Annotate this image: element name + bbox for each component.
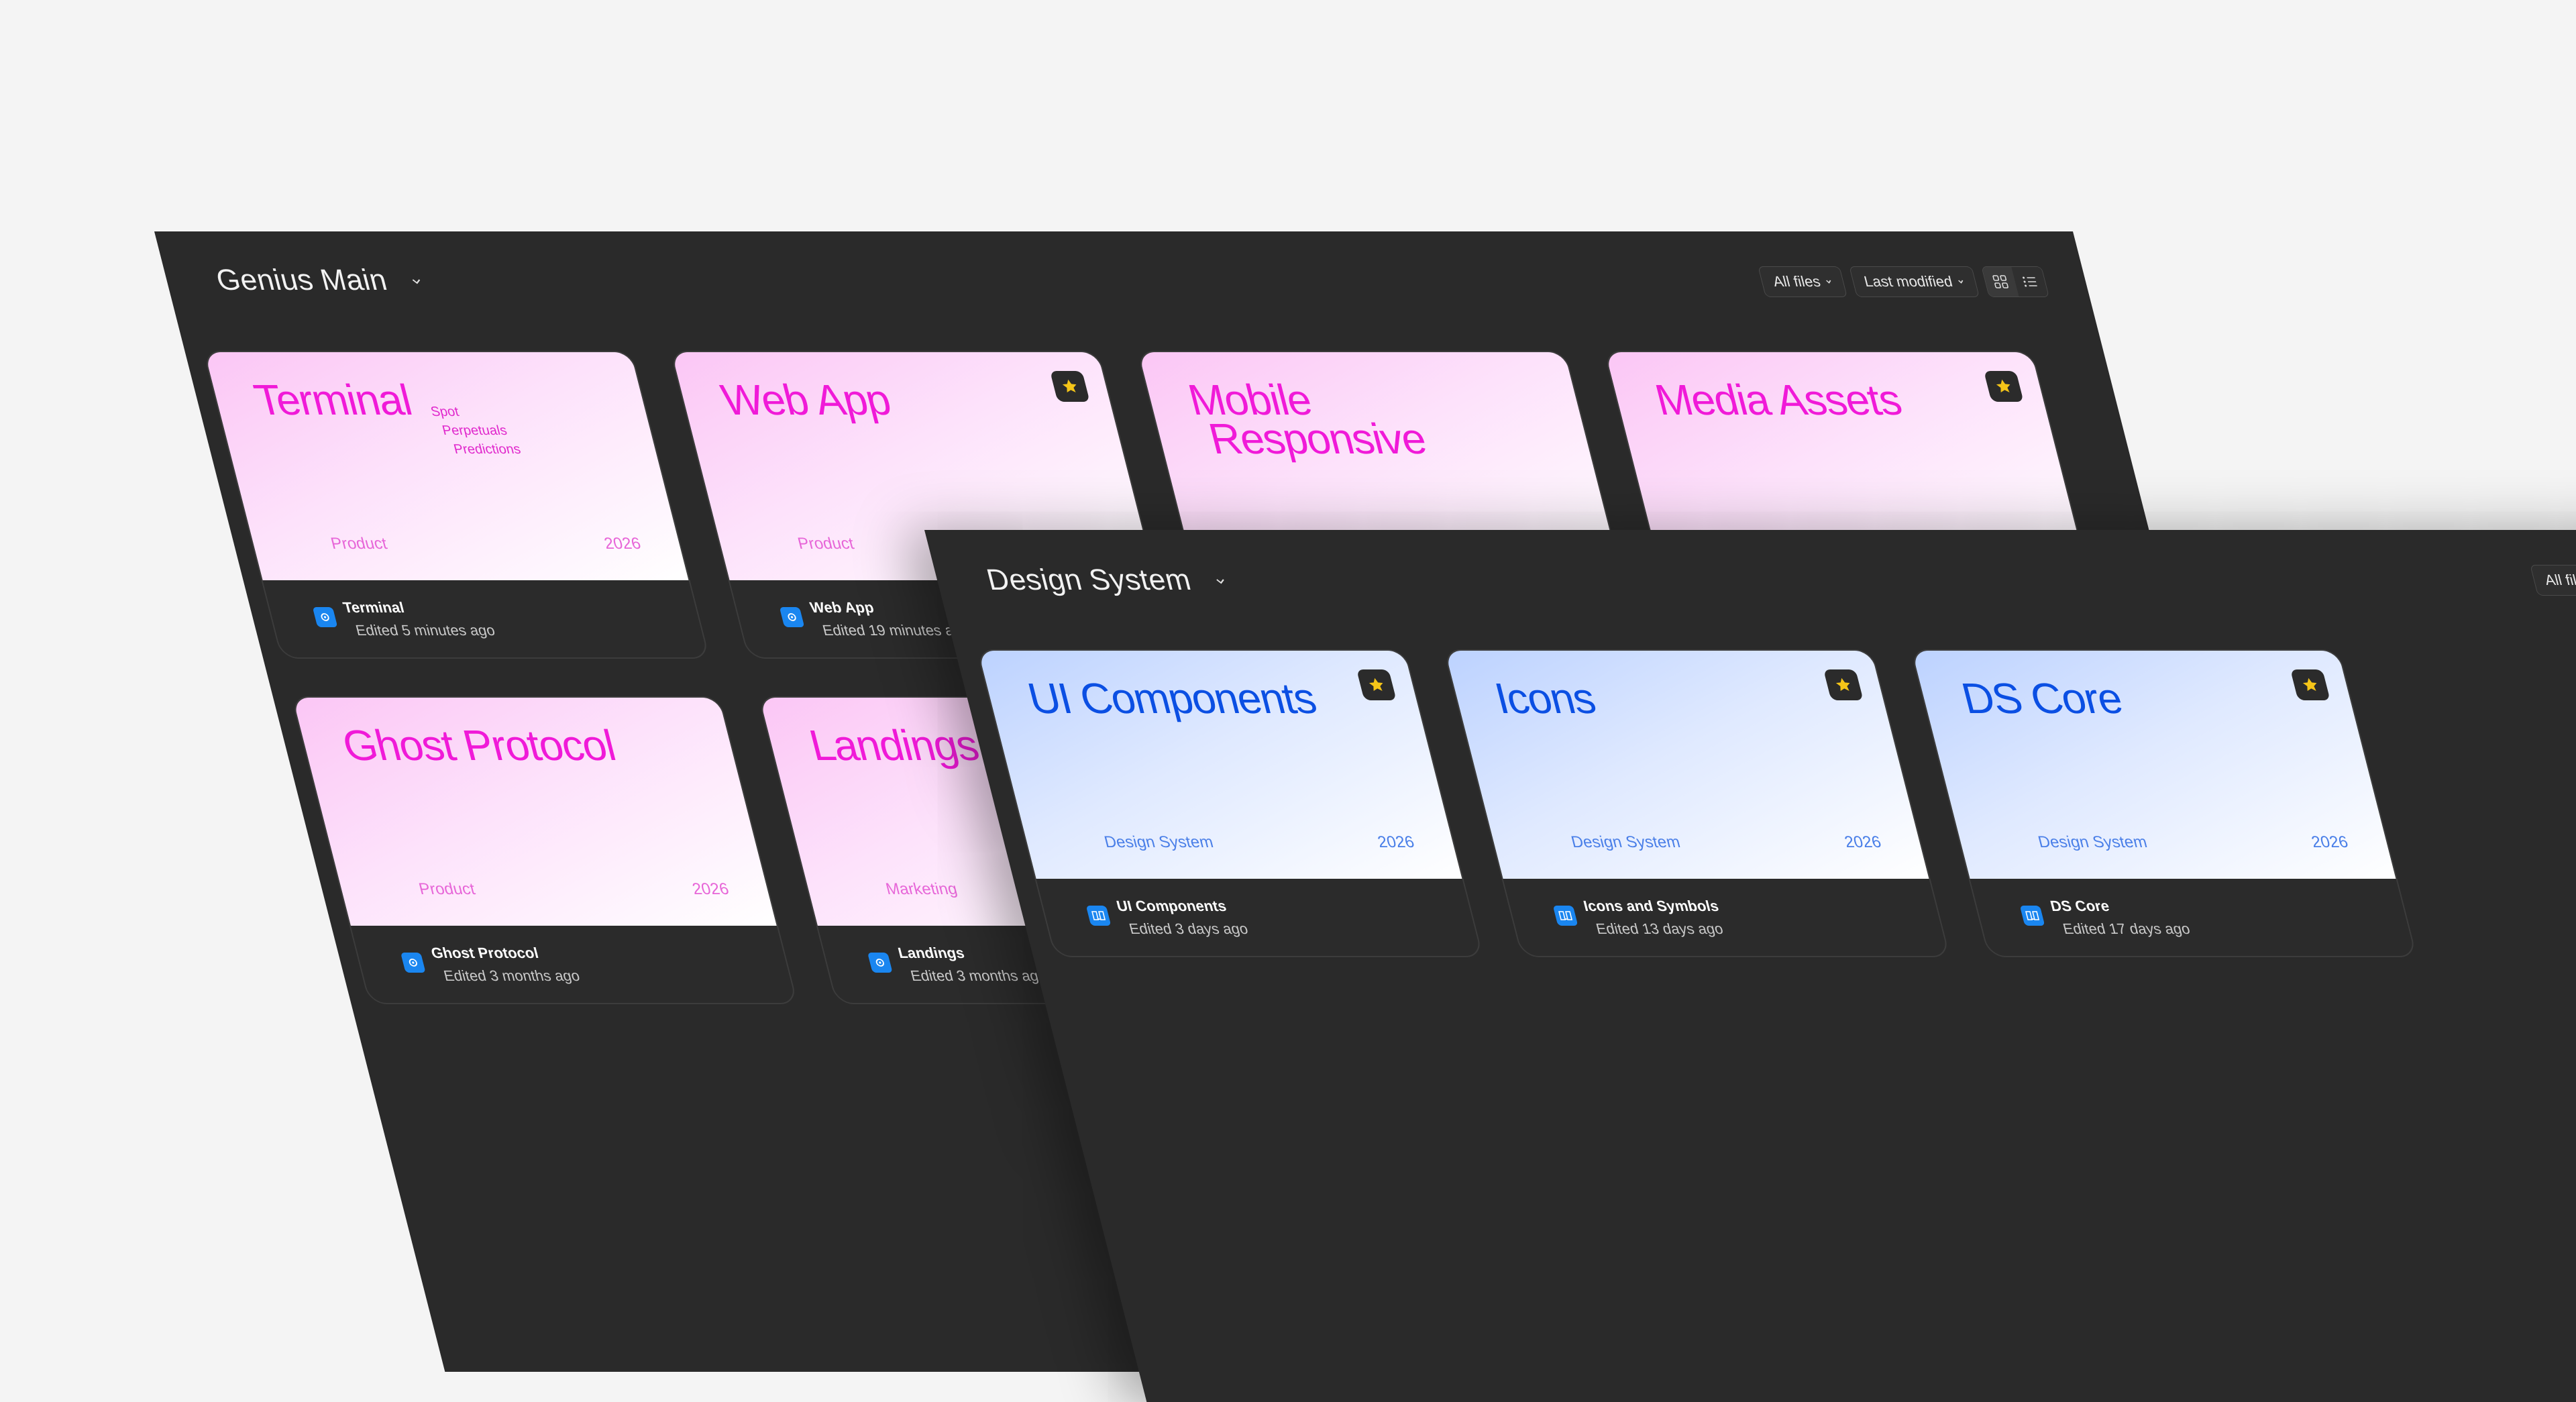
thumb-year: 2026 [1842,833,1884,851]
link-file-icon [312,607,338,627]
edited-time: Edited 3 days ago [1127,920,1250,937]
edited-time: Edited 5 minutes ago [354,622,497,639]
thumb-subtitle: Spot [429,405,461,419]
chevron-down-icon [413,279,421,284]
edited-time: Edited 17 days ago [2061,920,2192,937]
star-icon[interactable] [1356,669,1397,700]
link-file-icon [779,607,805,627]
file-name: DS Core [2048,898,2111,914]
thumb-title: Icons [1489,674,1600,722]
thumb-category: Product [417,880,478,898]
ds-toolbar: All files [2530,565,2576,596]
card-thumbnail: Icons Design System 2026 [1444,651,1929,879]
star-icon[interactable] [1050,371,1090,402]
chevron-down-icon [1216,579,1224,584]
link-file-icon [867,953,893,973]
file-name: Ghost Protocol [429,945,541,961]
main-toolbar: All files Last modified [1758,266,2049,297]
file-card-ds-core[interactable]: DS Core Design System 2026 DS Core Edite… [1910,649,2418,957]
filter-label: All files [1771,273,1823,290]
thumb-year: 2026 [690,880,731,898]
panel-title: Genius Main [213,264,391,296]
file-name: Terminal [341,599,407,616]
file-card-terminal[interactable]: Terminal Spot Perpetuals Predictions Pro… [203,351,710,659]
file-name: Landings [896,945,967,961]
card-meta: Terminal Edited 5 minutes ago [263,580,708,657]
thumb-subtitle: Perpetuals [440,423,509,438]
thumb-category: Marketing [883,880,959,898]
library-icon [2019,906,2045,926]
panel-title: Design System [983,563,1195,596]
panel-title-dropdown[interactable]: Genius Main [213,264,426,297]
thumb-title: DS Core [1956,674,2127,722]
edited-time: Edited 13 days ago [1594,920,1725,937]
thumb-title: Ghost Protocol [337,721,620,769]
star-icon[interactable] [1984,371,2024,402]
thumb-year: 2026 [602,535,643,553]
card-thumbnail: Ghost Protocol Product 2026 [292,698,777,926]
card-meta: Ghost Protocol Edited 3 months ago [351,926,796,1003]
thumb-category: Design System [1102,833,1216,851]
sort-dropdown[interactable]: Last modified [1849,266,1980,297]
library-icon [1085,906,1112,926]
file-name: Icons and Symbols [1581,898,1721,914]
thumb-subtitle: Predictions [452,442,523,457]
thumb-category: Design System [2036,833,2149,851]
chevron-down-icon [1958,280,1964,284]
card-meta: UI Components Edited 3 days ago [1036,879,1482,956]
design-system-panel: Design System All files UI Components De… [924,530,2576,1402]
thumb-year: 2026 [2309,833,2351,851]
all-files-filter[interactable]: All files [1758,266,1848,297]
star-icon[interactable] [2290,669,2330,700]
file-name: UI Components [1114,898,1228,914]
edited-time: Edited 3 months ago [908,967,1049,984]
card-thumbnail: Terminal Spot Perpetuals Predictions Pro… [204,352,689,580]
thumb-title: Terminal [249,376,416,424]
view-toggle [1981,266,2049,297]
link-file-icon [400,953,426,973]
filter-label: All files [2542,572,2576,588]
thumb-title: Media Assets [1650,376,1906,424]
sort-label: Last modified [1862,273,1955,290]
file-card-ghost-protocol[interactable]: Ghost Protocol Product 2026 Ghost Protoc… [290,696,798,1004]
thumb-title: Mobile Responsive [1183,376,1431,463]
grid-icon [1992,275,2008,288]
card-thumbnail: UI Components Design System 2026 [977,651,1462,879]
thumb-title: UI Components [1022,674,1321,722]
star-icon[interactable] [1823,669,1864,700]
panel-title-dropdown[interactable]: Design System [983,563,1230,597]
thumb-category: Design System [1569,833,1682,851]
card-thumbnail: DS Core Design System 2026 [1911,651,2396,879]
file-name: Web App [808,599,876,616]
thumb-category: Product [329,535,389,553]
thumb-title-line: Mobile [1183,376,1316,424]
chevron-down-icon [1826,280,1831,284]
file-card-icons[interactable]: Icons Design System 2026 Icons and Symbo… [1443,649,1951,957]
card-meta: DS Core Edited 17 days ago [1970,879,2416,956]
thumb-category: Product [796,535,856,553]
thumb-year: 2026 [1375,833,1417,851]
edited-time: Edited 3 months ago [441,967,582,984]
thumb-title-line: Responsive [1203,415,1431,463]
file-card-ui-components[interactable]: UI Components Design System 2026 UI Comp… [976,649,1484,957]
list-icon [2023,276,2037,287]
thumb-title: Web App [716,376,896,424]
library-icon [1552,906,1578,926]
thumb-title: Landings [804,721,983,769]
card-meta: Icons and Symbols Edited 13 days ago [1503,879,1949,956]
all-files-filter[interactable]: All files [2530,565,2576,596]
